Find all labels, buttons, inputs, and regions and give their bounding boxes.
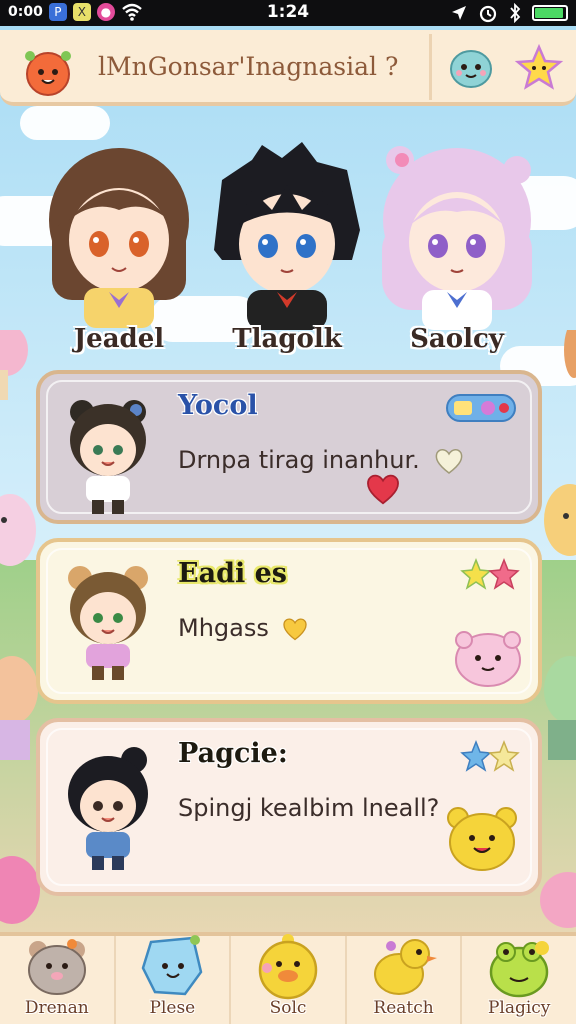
nav-label: Plese [149, 998, 196, 1018]
nav-item-solc[interactable]: Solc [231, 934, 347, 1024]
character-name: Saolcy [410, 324, 504, 354]
character-name: Jeadel [73, 324, 165, 354]
nav-item-plagicy[interactable]: Plagicy [462, 936, 576, 1024]
card-message: Spingj kealbim lneall? [178, 794, 440, 822]
yellow-bear-mascot-icon [447, 807, 517, 871]
red-heart-icon [367, 474, 399, 505]
green-frog-icon [489, 941, 550, 998]
chat-card-pagcie[interactable]: Pagcie: Spingj kealbim lneall? [36, 718, 542, 896]
nav-label: Solc [269, 998, 307, 1018]
right-side-creatures-decoration [540, 330, 576, 928]
app-title: lMnGonsar'Inagnasial ? [98, 52, 399, 81]
nav-item-plese[interactable]: Plese [116, 935, 232, 1024]
title-box: lMnGonsar'Inagnasial ? [6, 34, 432, 100]
chat-options-icon [454, 401, 509, 415]
character-tlagolk[interactable]: Tlagolk [202, 140, 372, 360]
avatar [70, 400, 146, 514]
nav-label: Reatch [373, 998, 434, 1018]
nav-item-reatch[interactable]: Reatch [347, 936, 463, 1024]
location-icon [452, 6, 466, 20]
stars-icon [460, 557, 520, 590]
character-name: Tlagolk [232, 324, 342, 354]
nav-item-drenan[interactable]: Drenan [0, 936, 116, 1024]
white-heart-icon [435, 449, 463, 474]
card-message: Mhgass [178, 614, 309, 642]
app-header: lMnGonsar'Inagnasial ? [0, 30, 576, 106]
blue-crystal-icon [142, 935, 203, 996]
mascot-button-icon[interactable] [446, 42, 496, 92]
character-portrait-pink-hair [382, 146, 532, 330]
character-portrait-black-hair [214, 142, 360, 330]
chat-card-yocol[interactable]: Yocol Drnpa tirag inanhur. [36, 370, 542, 524]
card-message: Drnpa tirag inanhur. [178, 446, 465, 475]
pink-blob-mascot-icon [455, 631, 521, 687]
nav-label: Drenan [24, 998, 89, 1018]
hamster-icon [27, 939, 86, 995]
left-side-creatures-decoration [0, 330, 40, 924]
character-portrait-brown-hair [49, 148, 189, 328]
card-name: Pagcie: [178, 738, 288, 769]
chat-card-eadies[interactable]: Eadi es Mhgass [36, 538, 542, 704]
star-favorite-icon[interactable] [514, 42, 564, 92]
nav-label: Plagicy [487, 998, 551, 1018]
yellow-heart-icon [282, 618, 307, 641]
character-saolcy[interactable]: Saolcy [372, 140, 542, 360]
status-bar: 0:00 P X ● 1:24 [0, 0, 576, 26]
character-jeadel[interactable]: Jeadel [34, 140, 204, 360]
yellow-chick-icon [258, 934, 318, 1000]
bluetooth-icon [510, 3, 521, 23]
card-name: Eadi es [178, 558, 287, 589]
duck-icon [373, 939, 437, 995]
chat-options-toggle[interactable] [446, 394, 516, 422]
avatar [68, 566, 148, 680]
alarm-icon [479, 5, 497, 23]
stars-icon [460, 739, 520, 772]
app-logo-icon[interactable] [20, 44, 76, 96]
status-right [450, 3, 568, 23]
avatar [68, 747, 148, 870]
bottom-navigation: Drenan Plese Solc Reatch Plagicy [0, 932, 576, 1024]
battery-icon [532, 5, 568, 21]
card-name: Yocol [178, 390, 258, 421]
